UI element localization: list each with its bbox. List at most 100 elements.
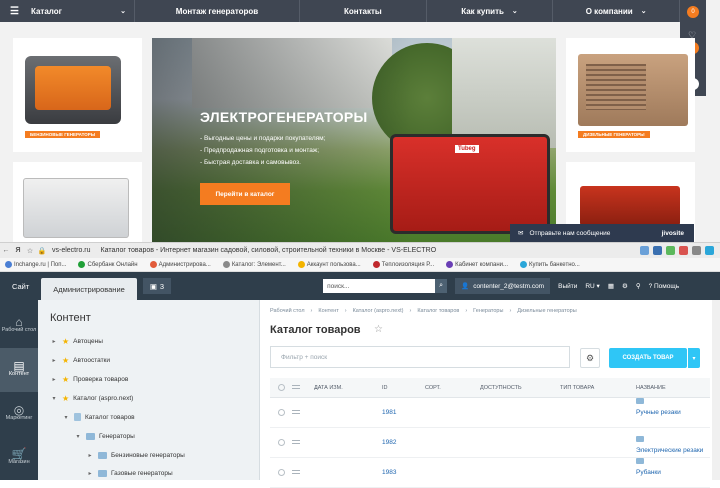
tab-administration[interactable]: Администрирование (41, 278, 137, 300)
product-diesel[interactable]: ДИЗЕЛЬНЫЕ ГЕНЕРАТОРЫ (566, 38, 695, 152)
help-link[interactable]: ? Помощь (649, 283, 680, 290)
notifications-counter[interactable]: ▣ 3 (142, 278, 172, 294)
tree-item[interactable]: ▸ ★ Проверка товаров (50, 372, 128, 386)
grid-icon[interactable]: ▦ (608, 282, 614, 290)
bookmark[interactable]: Купить банкетно... (515, 261, 585, 268)
row-checkbox[interactable] (278, 409, 285, 416)
tree-item[interactable]: ▸ ★ Автоцены (50, 334, 102, 348)
row-id[interactable]: 1982 (382, 428, 396, 458)
table-row[interactable]: 1982 Электрические резаки (270, 428, 710, 458)
chat-widget[interactable]: ✉ Отправьте нам сообщение jivosite (510, 224, 694, 242)
extension-icon[interactable] (640, 246, 649, 255)
back-icon[interactable]: ← (0, 247, 12, 254)
breadcrumb-item[interactable]: Дизельные генераторы (517, 308, 576, 314)
product-gasoline[interactable]: БЕНЗИНОВЫЕ ГЕНЕРАТОРЫ (13, 38, 142, 152)
pin-icon[interactable]: ⚲ (636, 282, 641, 290)
nav-contacts[interactable]: Контакты (300, 0, 427, 22)
bookmark[interactable]: Inchange.ru | Поп... (0, 261, 71, 268)
bookmark[interactable]: Каталог: Элемент... (218, 261, 291, 268)
collapse-icon[interactable]: ▾ (62, 414, 70, 421)
breadcrumb-item[interactable]: Каталог товаров (417, 308, 459, 314)
language-select[interactable]: RU ▾ (585, 282, 599, 290)
cart-count[interactable]: 0 (687, 6, 699, 18)
expand-icon[interactable]: ▸ (50, 357, 58, 364)
extension-icon[interactable] (653, 246, 662, 255)
folder-icon (98, 469, 107, 477)
vertical-scrollbar[interactable] (712, 300, 720, 480)
row-checkbox[interactable] (278, 439, 285, 446)
gear-icon[interactable]: ⚙ (622, 282, 628, 290)
rail-shop[interactable]: 🛒 Магазин (0, 436, 38, 480)
column-header[interactable]: ДАТА ИЗМ. ⌄ (314, 378, 343, 398)
tree-item[interactable]: ▸ Газовые генераторы (86, 466, 173, 480)
tree-item[interactable]: ▾ Каталог товаров (62, 410, 135, 424)
bookmark[interactable]: Теплоизоляция Р... (368, 261, 439, 268)
extension-icon[interactable] (666, 246, 675, 255)
breadcrumb-item[interactable]: Рабочий стол (270, 308, 305, 314)
create-product-button[interactable]: СОЗДАТЬ ТОВАР (609, 348, 687, 368)
bookmark[interactable]: Администрирова... (145, 261, 216, 268)
bookmark[interactable]: Аккаунт пользова... (293, 261, 366, 268)
collapse-icon[interactable]: ▾ (50, 395, 58, 402)
admin-search-input[interactable]: поиск... (323, 279, 436, 293)
user-menu[interactable]: 👤 contenter_2@testm.com (455, 278, 551, 294)
expand-icon[interactable]: ▸ (86, 452, 94, 459)
marketing-icon: ◎ (13, 403, 25, 417)
select-all-checkbox[interactable] (278, 384, 285, 391)
rail-label: Контент (8, 371, 30, 377)
extension-icon[interactable] (692, 246, 701, 255)
search-icon[interactable]: ⌕ (435, 279, 448, 293)
row-id[interactable]: 1981 (382, 398, 396, 428)
column-header[interactable]: ТИП ТОВАРА (560, 378, 594, 398)
bookmark-favicon (78, 261, 86, 268)
tree-item[interactable]: ▾ ★ Каталог (aspro.next) (50, 391, 133, 405)
product-gas[interactable] (13, 162, 142, 242)
extension-icon[interactable] (679, 246, 688, 255)
rail-marketing[interactable]: ◎ Маркетинг (0, 392, 38, 436)
favorite-star-icon[interactable]: ☆ (374, 324, 383, 335)
content-icon: ▤ (13, 359, 25, 373)
expand-icon[interactable]: ▸ (50, 376, 58, 383)
gas-generator-image (23, 178, 129, 238)
gear-icon[interactable]: ⚙ (580, 348, 600, 368)
tree-item[interactable]: ▸ ★ Автоостатки (50, 353, 110, 367)
catalog-main: Рабочий стол › Контент › Каталог (aspro.ne… (260, 300, 720, 488)
breadcrumb-item[interactable]: Генераторы (473, 308, 503, 314)
logout-link[interactable]: Выйти (558, 283, 577, 290)
diesel-generator-image (578, 54, 688, 126)
tab-site[interactable]: Сайт (0, 272, 41, 300)
tree-item[interactable]: ▾ Генераторы (74, 429, 135, 443)
row-id[interactable]: 1983 (382, 458, 396, 488)
nav-installation[interactable]: Монтаж генераторов (135, 0, 300, 22)
expand-icon[interactable]: ▸ (50, 338, 58, 345)
bookmark[interactable]: Кабинет компани... (441, 261, 513, 268)
catalog-icon (74, 413, 81, 421)
column-header[interactable]: СОРТ. (425, 378, 441, 398)
tree-item[interactable]: ▸ Бензиновые генераторы (86, 448, 185, 462)
breadcrumb-separator: › (344, 308, 347, 314)
table-row[interactable]: 1983 Рубанки (270, 458, 710, 488)
collapse-icon[interactable]: ▾ (74, 433, 82, 440)
extension-icon[interactable] (705, 246, 714, 255)
chevron-down-icon[interactable]: ▾ (688, 348, 700, 368)
column-header[interactable]: ID (382, 378, 388, 398)
yandex-icon[interactable]: Я (12, 247, 24, 254)
breadcrumb-item[interactable]: Каталог (aspro.next) (353, 308, 404, 314)
nav-about[interactable]: О компании ⌄ (553, 0, 681, 22)
table-row[interactable]: 1981 Ручные резаки (270, 398, 710, 428)
row-checkbox[interactable] (278, 469, 285, 476)
nav-how-to-buy[interactable]: Как купить ⌄ (427, 0, 554, 22)
column-header[interactable]: НАЗВАНИЕ (636, 378, 666, 398)
column-header[interactable]: ДОСТУПНОСТЬ (480, 378, 522, 398)
breadcrumb-separator: › (509, 308, 512, 314)
rail-content[interactable]: ▤ Контент (0, 348, 38, 392)
bookmark[interactable]: Сбербанк Онлайн (73, 261, 142, 268)
go-to-catalog-button[interactable]: Перейти в каталог (200, 183, 290, 205)
breadcrumb-item[interactable]: Контент (318, 308, 338, 314)
tabs-icon[interactable]: ☆ (24, 247, 36, 255)
nav-catalog[interactable]: ☰ Каталог ⌄ (0, 0, 135, 22)
rail-desktop[interactable]: ⌂ Рабочий стол (0, 304, 38, 348)
expand-icon[interactable]: ▸ (86, 470, 94, 477)
filter-search-input[interactable]: Фильтр + поиск (270, 346, 570, 368)
address-url[interactable]: vs-electro.ru (52, 247, 91, 254)
